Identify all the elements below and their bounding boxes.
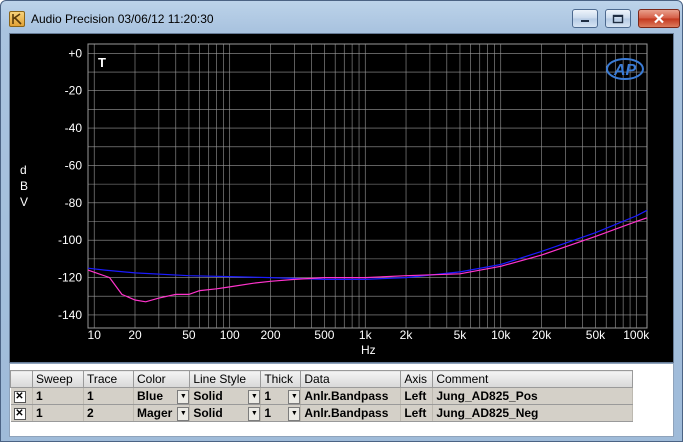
data-cell[interactable]: Anlr.Bandpass	[300, 404, 402, 422]
line-style-value: Solid	[193, 406, 223, 420]
dropdown-arrow-icon[interactable]: ▼	[248, 407, 260, 421]
y-axis-label: dBV	[20, 163, 28, 209]
x-tick-label: 500	[314, 328, 334, 342]
x-tick-label: 1k	[359, 328, 373, 342]
col-header-data[interactable]: Data	[300, 370, 402, 388]
check-icon: ✕	[13, 407, 26, 420]
check-icon: ✕	[13, 390, 26, 403]
col-header-check[interactable]	[10, 370, 33, 388]
x-axis-label: Hz	[361, 343, 376, 357]
color-value: Blue	[137, 389, 164, 403]
thick-value: 1	[264, 406, 272, 420]
comment-cell[interactable]: Jung_AD825_Pos	[432, 387, 634, 405]
thick-cell[interactable]: 1 ▼	[260, 387, 302, 405]
x-tick-label: 100k	[623, 328, 650, 342]
line-style-value: Solid	[193, 389, 223, 403]
thick-cell[interactable]: 1 ▼	[260, 404, 302, 422]
app-icon[interactable]	[9, 11, 25, 27]
col-header-axis[interactable]: Axis	[400, 370, 434, 388]
maximize-icon	[612, 14, 624, 23]
y-tick-label: -140	[58, 308, 82, 322]
thick-value: 1	[264, 389, 272, 403]
sweep-cell[interactable]: 1	[32, 404, 84, 422]
trace-enable-checkbox[interactable]: ✕	[10, 404, 33, 422]
col-header-comment[interactable]: Comment	[432, 370, 634, 388]
series-line-1	[87, 209, 648, 280]
data-cell[interactable]: Anlr.Bandpass	[300, 387, 402, 405]
x-tick-label: 2k	[400, 328, 414, 342]
ap-logo-text: AP	[613, 62, 637, 79]
line-style-cell[interactable]: Solid ▼	[189, 404, 262, 422]
close-button[interactable]	[638, 9, 680, 28]
table-row[interactable]: ✕ 1 2 Mager ▼ Solid ▼ 1 ▼ Anlr.Bandpass Lef…	[10, 404, 634, 422]
cursor-marker-t: T	[98, 55, 106, 70]
y-tick-label: -80	[65, 196, 83, 210]
dropdown-arrow-icon[interactable]: ▼	[288, 390, 300, 404]
graph-area[interactable]: +0 -20 -40 -60 -80 -100 -120 -140 10 20 50 100 200 50…	[9, 33, 674, 363]
x-tick-label: 20	[128, 328, 142, 342]
dropdown-arrow-icon[interactable]: ▼	[177, 407, 189, 421]
y-tick-label: -120	[58, 271, 82, 285]
y-tick-label: -20	[65, 84, 83, 98]
axis-cell[interactable]: Left	[400, 387, 434, 405]
col-header-line-style[interactable]: Line Style	[189, 370, 262, 388]
color-cell[interactable]: Blue ▼	[133, 387, 191, 405]
minimize-icon	[581, 19, 589, 22]
x-tick-label: 20k	[532, 328, 552, 342]
axis-cell[interactable]: Left	[400, 404, 434, 422]
series-line-2	[87, 217, 648, 303]
table-row[interactable]: ✕ 1 1 Blue ▼ Solid ▼ 1 ▼ Anlr.Bandpass Left…	[10, 387, 634, 405]
trace-enable-checkbox[interactable]: ✕	[10, 387, 33, 405]
x-tick-label: 200	[260, 328, 280, 342]
col-header-trace[interactable]: Trace	[83, 370, 134, 388]
ap-logo: AP	[606, 58, 644, 80]
col-header-thick[interactable]: Thick	[260, 370, 302, 388]
title-bar[interactable]: Audio Precision 03/06/12 11:20:30	[1, 1, 682, 33]
x-tick-label: 10k	[491, 328, 511, 342]
x-tick-label: 50k	[586, 328, 606, 342]
y-tick-label: -60	[65, 158, 83, 172]
y-tick-label: -100	[58, 233, 82, 247]
close-icon	[654, 13, 664, 24]
y-axis-label-char: V	[20, 195, 28, 209]
x-tick-label: 10	[88, 328, 102, 342]
color-cell[interactable]: Mager ▼	[133, 404, 191, 422]
color-value: Mager	[137, 406, 173, 420]
y-axis-label-char: d	[20, 163, 27, 177]
trace-table: Sweep Trace Color Line Style Thick Data …	[10, 370, 634, 422]
plot-frame	[87, 43, 648, 329]
comment-cell[interactable]: Jung_AD825_Neg	[432, 404, 634, 422]
dropdown-arrow-icon[interactable]: ▼	[248, 390, 260, 404]
minimize-button[interactable]	[572, 9, 598, 28]
x-tick-label: 100	[220, 328, 240, 342]
trace-table-panel: Sweep Trace Color Line Style Thick Data …	[9, 363, 674, 437]
trace-table-header: Sweep Trace Color Line Style Thick Data …	[10, 370, 634, 388]
dropdown-arrow-icon[interactable]: ▼	[177, 390, 189, 404]
line-style-cell[interactable]: Solid ▼	[189, 387, 262, 405]
sweep-cell[interactable]: 1	[32, 387, 84, 405]
y-axis-label-char: B	[20, 179, 28, 193]
app-window: Audio Precision 03/06/12 11:20:30 +0 -20 -…	[0, 0, 683, 442]
x-tick-label: 5k	[454, 328, 468, 342]
col-header-sweep[interactable]: Sweep	[32, 370, 84, 388]
trace-cell[interactable]: 1	[83, 387, 134, 405]
col-header-color[interactable]: Color	[132, 370, 191, 388]
y-tick-label: -40	[65, 121, 83, 135]
y-tick-label: +0	[68, 46, 82, 60]
trace-cell[interactable]: 2	[83, 404, 134, 422]
dropdown-arrow-icon[interactable]: ▼	[288, 407, 300, 421]
chart[interactable]: +0 -20 -40 -60 -80 -100 -120 -140 10 20 50 100 200 50…	[10, 34, 673, 362]
x-tick-label: 50	[182, 328, 196, 342]
window-title: Audio Precision 03/06/12 11:20:30	[31, 12, 214, 26]
maximize-button[interactable]	[605, 9, 631, 28]
